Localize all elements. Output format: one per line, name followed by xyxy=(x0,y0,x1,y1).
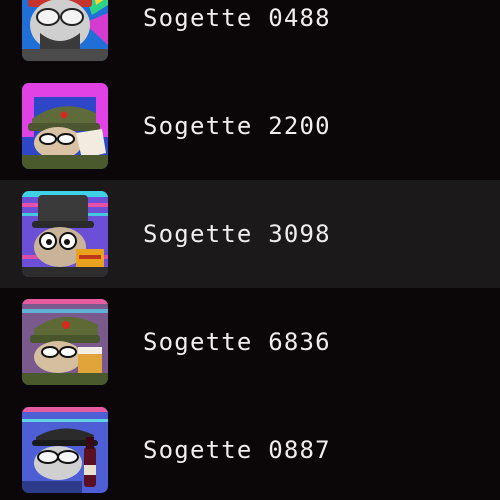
masked-soldier-avatar xyxy=(22,0,108,61)
item-name: Sogette 3098 xyxy=(143,220,331,248)
list-item[interactable]: Sogette 0887 xyxy=(0,396,500,500)
item-name: Sogette 0488 xyxy=(143,4,331,32)
army-cap-avatar xyxy=(22,83,108,169)
item-name: Sogette 2200 xyxy=(143,112,331,140)
list-item[interactable]: Sogette 0488 xyxy=(0,0,500,72)
tophat-hamburger-avatar xyxy=(22,191,108,277)
list-item[interactable]: Sogette 3098 xyxy=(0,180,500,288)
list-item[interactable]: Sogette 6836 xyxy=(0,288,500,396)
officer-wine-avatar xyxy=(22,407,108,493)
item-name: Sogette 0887 xyxy=(143,436,331,464)
item-name: Sogette 6836 xyxy=(143,328,331,356)
army-cap-beer-avatar xyxy=(22,299,108,385)
list-item[interactable]: Sogette 2200 xyxy=(0,72,500,180)
nft-list: Sogette 0488 Sogette 2200 Sogette 3098 S… xyxy=(0,0,500,500)
